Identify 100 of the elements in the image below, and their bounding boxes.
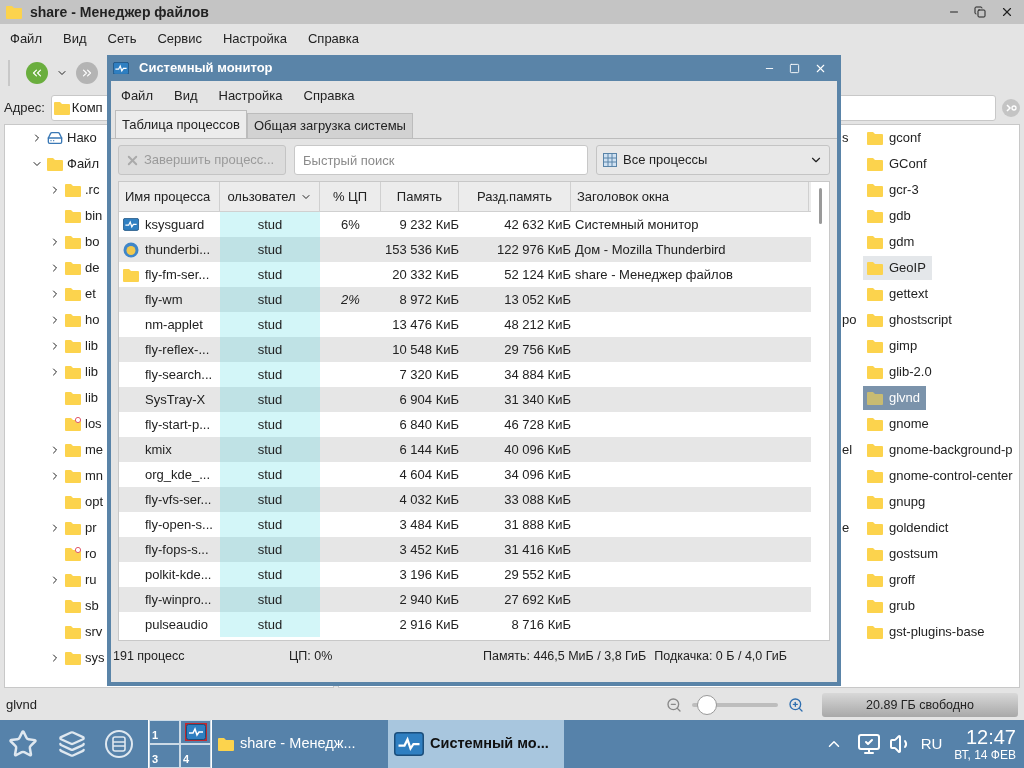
menu-item[interactable]: Файл [121,86,153,106]
go-icon[interactable] [1002,99,1020,117]
folder-icon [65,625,81,639]
process-name: org_kde_... [145,465,211,484]
tree-item[interactable]: ru [85,570,97,590]
table-cell: stud [220,287,320,312]
tab[interactable]: Общая загрузка системы [246,113,413,138]
filter-dropdown[interactable]: Все процессы [596,145,830,175]
tree-item[interactable]: sys [85,648,105,668]
tree-item[interactable]: opt [85,492,104,512]
tree-item[interactable]: bo [85,232,100,252]
menu-item[interactable]: Вид [173,86,198,106]
file-item[interactable]: grub [863,594,922,618]
column-header[interactable]: Имя процесса [119,182,220,211]
folder-icon [6,5,22,19]
tree-item[interactable]: ro [85,544,97,564]
process-count: 191 процесс [113,647,186,665]
zoom-out-icon[interactable] [666,697,682,713]
folder-icon [65,547,81,561]
tree-item[interactable]: Файл [67,154,99,174]
tree-item[interactable]: Нако [67,128,97,148]
tree-item[interactable]: sb [85,596,99,616]
file-item[interactable]: gimp [863,334,924,358]
file-item[interactable]: gst-plugins-base [863,620,991,644]
menu-item[interactable]: Настройка [222,29,287,49]
file-item[interactable]: gettext [863,282,935,306]
tree-item[interactable]: mn [85,466,104,486]
tree-item[interactable]: bin [85,206,103,226]
column-header[interactable]: Разд.память [459,182,571,211]
menu-item[interactable]: Справка [307,29,359,49]
menu-item[interactable]: Сеть [107,29,137,49]
file-name[interactable]: po [842,310,857,330]
disk-free-bar: 20.89 ГБ свободно [822,693,1018,717]
table-cell-text: 33 088 КиБ [504,490,571,509]
tree-item[interactable]: .rc [85,180,100,200]
search-field[interactable]: Быстрый поиск [294,145,588,175]
tree-item[interactable]: lib [85,336,98,356]
file-item[interactable]: gostsum [863,542,945,566]
clock-time[interactable]: 12:47 [965,727,1016,747]
file-item[interactable]: groff [863,568,921,592]
zoom-slider[interactable] [692,695,778,715]
menu-item[interactable]: Файл [10,29,42,49]
file-name[interactable]: e [842,518,850,538]
column-header[interactable]: ользовател [220,182,320,211]
desktop-number: 4 [183,751,190,767]
file-item[interactable]: gdb [863,204,917,228]
column-header[interactable]: % ЦП [320,182,381,211]
file-item[interactable]: ghostscript [863,308,958,332]
table-cell-text: 4 032 КиБ [399,490,459,509]
tree-item[interactable]: lib [85,388,98,408]
file-item[interactable]: gnome [863,412,935,436]
restore-button[interactable] [974,5,986,19]
file-name[interactable]: s [842,128,849,148]
tab[interactable]: Таблица процессов [115,110,247,138]
menu-item[interactable]: Настройка [218,86,283,106]
language-indicator[interactable]: RU [920,732,943,756]
clock-date[interactable]: ВТ, 14 ФЕВ [954,749,1016,761]
windows-icon[interactable] [58,730,86,758]
maximize-icon [789,62,800,74]
task-button[interactable]: Системный мо... [388,720,564,768]
table-cell-text: 7 320 КиБ [399,365,459,384]
zoom-in-icon[interactable] [788,697,804,713]
tree-item[interactable]: los [85,414,102,434]
back-button[interactable] [26,62,48,84]
tree-item[interactable]: ho [85,310,100,330]
file-item[interactable]: gnupg [863,490,932,514]
close-button[interactable] [1000,5,1014,19]
drawer-icon[interactable] [104,729,134,759]
column-header[interactable]: Память [381,182,459,211]
tree-item[interactable]: de [85,258,100,278]
file-item[interactable]: gnome-control-center [863,464,1019,488]
process-name: fly-search... [145,365,213,384]
column-header[interactable]: Заголовок окна [571,182,809,211]
restore-icon [974,6,986,18]
file-item[interactable]: goldendict [863,516,955,540]
file-item[interactable]: gcr-3 [863,178,925,202]
file-item[interactable]: gconf [863,126,927,150]
network-icon[interactable] [856,732,881,756]
tree-item[interactable]: pr [85,518,97,538]
tree-item[interactable]: lib [85,362,98,382]
menu-item[interactable]: Вид [62,29,87,49]
file-item[interactable]: GConf [863,152,933,176]
slider-thumb[interactable] [697,695,718,715]
maximize-button[interactable] [789,62,800,74]
forward-button[interactable] [76,62,98,84]
file-item[interactable]: GeoIP [863,256,932,280]
tree-item[interactable]: et [85,284,96,304]
task-button[interactable]: share - Менедж... [212,720,388,768]
menu-item[interactable]: Справка [303,86,355,106]
folder-icon [867,339,883,353]
start-menu-icon[interactable] [8,729,38,759]
table-cell-text: 34 096 КиБ [504,465,571,484]
tree-item[interactable]: srv [85,622,103,642]
file-item[interactable]: gdm [863,230,921,254]
file-item[interactable]: glib-2.0 [863,360,938,384]
tree-item[interactable]: me [85,440,104,460]
file-item[interactable]: gnome-background-p [863,438,1019,462]
menu-item[interactable]: Сервис [157,29,202,49]
file-name[interactable]: el [842,440,853,460]
desktop-pager[interactable]: 1 3 4 [148,720,212,768]
